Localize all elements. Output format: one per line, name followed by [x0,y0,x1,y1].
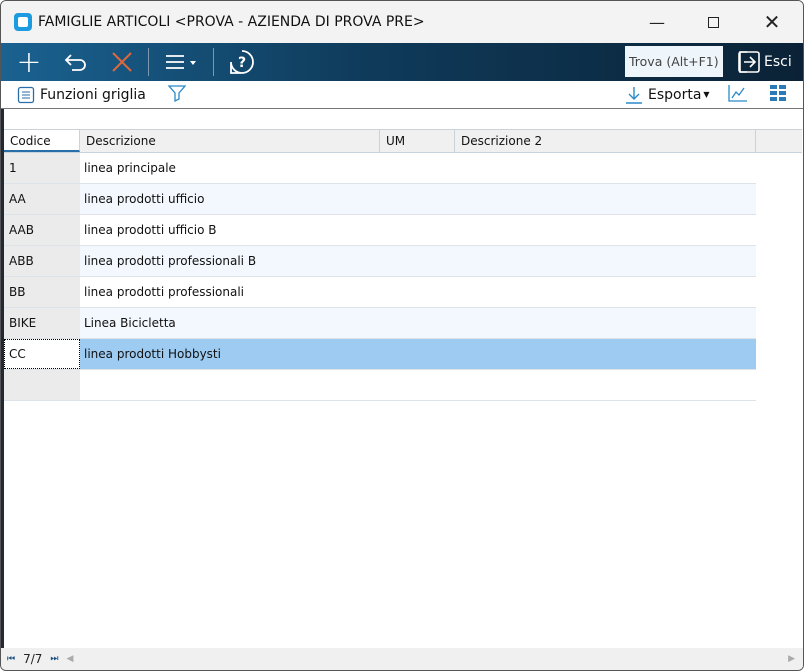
column-header-um[interactable]: UM [380,130,455,152]
cell-descrizione[interactable]: Linea Bicicletta [80,308,756,338]
cell-descrizione[interactable]: linea prodotti professionali B [80,246,756,276]
grid-functions-button[interactable]: Funzioni griglia [17,86,146,104]
table-row[interactable]: ABB linea prodotti professionali B [4,246,756,277]
first-record-icon[interactable]: ⏮ [7,654,15,664]
cell-descrizione[interactable]: linea prodotti professionali [80,277,756,307]
cell-descrizione[interactable]: linea prodotti Hobbysti [80,339,756,369]
cell-codice[interactable]: ABB [4,246,80,276]
window-title: FAMIGLIE ARTICOLI <PROVA - AZIENDA DI PR… [38,14,425,30]
title-bar: FAMIGLIE ARTICOLI <PROVA - AZIENDA DI PR… [1,1,803,43]
export-label: Esporta [648,86,702,103]
exit-label: Esci [764,53,792,70]
column-header-codice[interactable]: Codice [4,130,80,152]
scroll-right-icon[interactable]: ▶ [788,654,795,664]
grid-layout-icon[interactable] [770,84,786,105]
cell-codice[interactable]: AA [4,184,80,214]
app-icon [14,13,32,31]
add-icon[interactable]: + [11,43,47,81]
cell-codice[interactable]: AAB [4,215,80,245]
delete-icon[interactable] [105,43,139,81]
cell-codice[interactable]: BIKE [4,308,80,338]
help-icon[interactable]: ? [225,43,259,81]
column-header-descrizione[interactable]: Descrizione [80,130,380,152]
grid-footer: ⏮ 7/7 ⏭ ◀ ▶ [1,648,803,670]
exit-button[interactable]: Esci [737,46,792,77]
export-button[interactable]: Esporta ▼ [625,86,710,104]
svg-text:?: ? [238,55,246,71]
scroll-left-icon[interactable]: ◀ [67,654,74,664]
table-row[interactable]: AAB linea prodotti ufficio B [4,215,756,246]
table-row[interactable]: 1 linea principale [4,153,756,184]
table-row[interactable]: AA linea prodotti ufficio [4,184,756,215]
find-input[interactable]: Trova (Alt+F1) [625,46,723,77]
record-counter: 7/7 [23,652,43,666]
cell-descrizione[interactable]: linea principale [80,153,756,183]
filter-icon[interactable] [167,84,187,106]
cell-codice[interactable]: BB [4,277,80,307]
table-row[interactable]: BIKE Linea Bicicletta [4,308,756,339]
column-header-descrizione-2[interactable]: Descrizione 2 [455,130,756,152]
cell-codice[interactable]: CC [4,339,80,369]
cell-descrizione[interactable]: linea prodotti ufficio B [80,215,756,245]
menu-icon[interactable] [161,43,203,81]
cell-codice[interactable]: 1 [4,153,80,183]
grid-toolbar: Funzioni griglia Esporta ▼ [1,81,803,109]
data-grid: Codice Descrizione UM Descrizione 2 1 lin… [4,129,802,401]
list-icon [17,86,35,103]
grid-functions-label: Funzioni griglia [40,86,146,103]
download-icon [626,86,642,104]
last-record-icon[interactable]: ⏭ [50,654,58,664]
cell-descrizione[interactable]: linea prodotti ufficio [80,184,756,214]
undo-icon[interactable] [59,43,93,81]
close-button[interactable]: ✕ [743,1,801,43]
window: FAMIGLIE ARTICOLI <PROVA - AZIENDA DI PR… [0,0,804,671]
chart-icon[interactable] [728,84,748,106]
exit-icon [738,50,760,73]
table-row[interactable]: BB linea prodotti professionali [4,277,756,308]
new-row[interactable] [4,370,756,401]
minimize-button[interactable]: — [628,1,686,43]
table-row-selected[interactable]: CC linea prodotti Hobbysti [4,339,756,370]
grid-header: Codice Descrizione UM Descrizione 2 [4,129,802,153]
maximize-button[interactable] [684,1,742,43]
